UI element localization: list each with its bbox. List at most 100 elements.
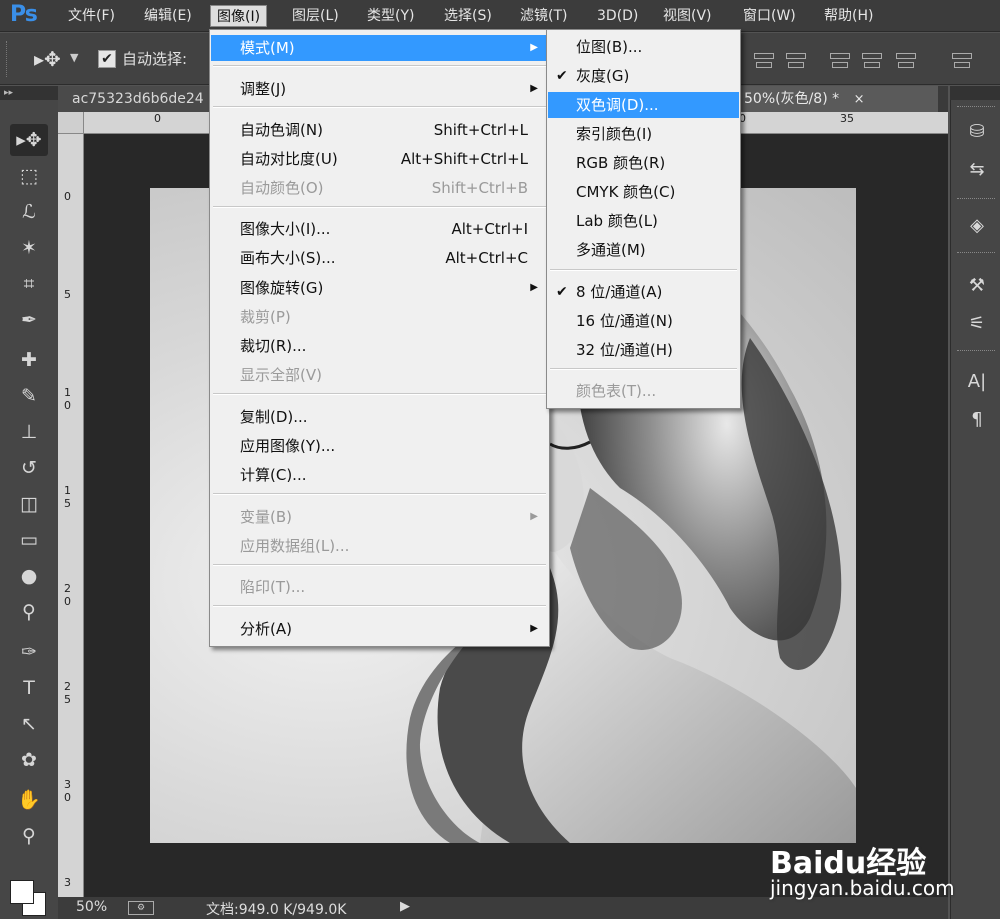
submenu-item-8-bit[interactable]: ✔ 8 位/通道(A) <box>548 279 739 305</box>
path-selection-tool-icon[interactable]: ↖ <box>10 708 48 740</box>
submenu-item-16-bit[interactable]: 16 位/通道(N) <box>548 308 739 334</box>
gradient-tool-icon[interactable]: ▭ <box>10 524 48 556</box>
menu-3d[interactable]: 3D(D) <box>591 5 644 27</box>
eraser-tool-icon[interactable]: ◫ <box>10 488 48 520</box>
menu-item-auto-tone[interactable]: 自动色调(N) Shift+Ctrl+L <box>211 117 548 143</box>
menu-filter[interactable]: 滤镜(T) <box>514 5 573 27</box>
align-horizontal-center-icon[interactable] <box>860 49 882 71</box>
brush-presets-icon[interactable]: ⚒ <box>963 272 991 300</box>
submenu-item-duotone[interactable]: 双色调(D)... <box>548 92 739 118</box>
menu-help[interactable]: 帮助(H) <box>818 5 879 27</box>
align-bottom-icon[interactable] <box>784 49 806 71</box>
submenu-item-multichannel[interactable]: 多通道(M) <box>548 237 739 263</box>
align-right-icon[interactable] <box>894 49 916 71</box>
pen-tool-icon[interactable]: ✑ <box>10 636 48 668</box>
menu-item-calculations[interactable]: 计算(C)... <box>211 462 548 488</box>
menu-bar: Ps 文件(F) 编辑(E) 图像(I) 图层(L) 类型(Y) 选择(S) 滤… <box>0 0 1000 32</box>
ruler-label: 3 0 <box>64 778 71 804</box>
ruler-label: 2 0 <box>64 582 71 608</box>
menu-item-duplicate[interactable]: 复制(D)... <box>211 404 548 430</box>
tab-document-1[interactable]: ac75323d6b6de24 <box>58 86 218 112</box>
submenu-item-bitmap[interactable]: 位图(B)... <box>548 34 739 60</box>
paragraph-panel-icon[interactable]: ¶ <box>963 406 991 434</box>
menu-edit[interactable]: 编辑(E) <box>138 5 198 27</box>
submenu-item-rgb-color[interactable]: RGB 颜色(R) <box>548 150 739 176</box>
dodge-tool-icon[interactable]: ⚲ <box>10 596 48 628</box>
menu-item-analysis[interactable]: 分析(A) ▶ <box>211 616 548 642</box>
history-brush-tool-icon[interactable]: ↺ <box>10 452 48 484</box>
tool-preset-picker[interactable]: ▸✥ ▼ <box>28 47 88 71</box>
panel-separator <box>957 252 995 256</box>
auto-align-icon[interactable] <box>950 49 972 71</box>
ruler-origin[interactable] <box>58 112 84 134</box>
align-left-icon[interactable] <box>828 49 850 71</box>
submenu-item-grayscale[interactable]: ✔ 灰度(G) <box>548 63 739 89</box>
menu-type[interactable]: 类型(Y) <box>361 5 420 27</box>
panel-separator <box>957 106 995 110</box>
zoom-level[interactable]: 50% <box>76 899 107 915</box>
baidu-watermark: Baidu经验 jingyan.baidu.com <box>770 838 990 908</box>
menu-view[interactable]: 视图(V) <box>657 5 718 27</box>
image-menu: 模式(M) ▶ 调整(J) ▶ 自动色调(N) Shift+Ctrl+L 自动对… <box>209 29 550 647</box>
menu-item-label: 调整(J) <box>240 80 287 98</box>
color-swatches[interactable] <box>6 876 50 916</box>
close-icon[interactable]: × <box>854 92 865 107</box>
menu-file[interactable]: 文件(F) <box>62 5 121 27</box>
submenu-item-cmyk-color[interactable]: CMYK 颜色(C) <box>548 179 739 205</box>
submenu-item-lab-color[interactable]: Lab 颜色(L) <box>548 208 739 234</box>
menu-item-apply-image[interactable]: 应用图像(Y)... <box>211 433 548 459</box>
menu-item-trim[interactable]: 裁切(R)... <box>211 333 548 359</box>
menu-item-image-rotation[interactable]: 图像旋转(G) ▶ <box>211 275 548 301</box>
ruler-label: 1 5 <box>64 484 71 510</box>
zoom-tool-icon[interactable]: ⚲ <box>10 820 48 852</box>
eyedropper-tool-icon[interactable]: ✒ <box>10 304 48 336</box>
actions-panel-icon[interactable]: ⇆ <box>963 156 991 184</box>
auto-select-option[interactable]: ✔ 自动选择: <box>98 48 187 69</box>
menu-item-shortcut: Shift+Ctrl+L <box>433 121 528 139</box>
menu-image[interactable]: 图像(I) <box>210 5 268 27</box>
clone-stamp-tool-icon[interactable]: ⊥ <box>10 416 48 448</box>
marquee-tool-icon[interactable]: ⬚ <box>10 160 48 192</box>
auto-select-checkbox[interactable]: ✔ <box>98 49 116 68</box>
character-panel-icon[interactable]: A| <box>963 368 991 396</box>
menu-select[interactable]: 选择(S) <box>438 5 498 27</box>
brush-tool-icon[interactable]: ✎ <box>10 380 48 412</box>
menu-item-auto-contrast[interactable]: 自动对比度(U) Alt+Shift+Ctrl+L <box>211 146 548 172</box>
status-options-icon[interactable]: ⚙ <box>128 901 154 915</box>
mode-submenu: 位图(B)... ✔ 灰度(G) 双色调(D)... 索引颜色(I) RGB 颜… <box>546 29 741 409</box>
menu-window[interactable]: 窗口(W) <box>737 5 802 27</box>
menu-item-canvas-size[interactable]: 画布大小(S)... Alt+Ctrl+C <box>211 245 548 271</box>
3d-panel-icon[interactable]: ◈ <box>963 212 991 240</box>
menu-item-image-size[interactable]: 图像大小(I)... Alt+Ctrl+I <box>211 216 548 242</box>
align-vertical-center-icon[interactable] <box>752 49 774 71</box>
shape-tool-icon[interactable]: ✿ <box>10 744 48 776</box>
status-menu-arrow-icon[interactable]: ▶ <box>400 899 410 914</box>
adjustments-icon[interactable]: ⚟ <box>963 310 991 338</box>
menu-item-mode[interactable]: 模式(M) ▶ <box>211 35 548 61</box>
menu-layer[interactable]: 图层(L) <box>286 5 345 27</box>
healing-brush-tool-icon[interactable]: ✚ <box>10 344 48 376</box>
menu-separator <box>213 564 546 566</box>
crop-tool-icon[interactable]: ⌗ <box>10 268 48 300</box>
menu-item-label: 图像旋转(G) <box>240 279 324 297</box>
tools-panel-header[interactable]: ▸▸ <box>0 86 58 100</box>
hand-tool-icon[interactable]: ✋ <box>10 784 48 816</box>
blur-tool-icon[interactable]: ● <box>10 560 48 592</box>
submenu-arrow-icon: ▶ <box>530 42 538 53</box>
lasso-tool-icon[interactable]: ℒ <box>10 196 48 228</box>
submenu-item-indexed-color[interactable]: 索引颜色(I) <box>548 121 739 147</box>
menu-item-variables: 变量(B) ▶ <box>211 504 548 530</box>
tab-document-2[interactable]: 50%(灰色/8) * × <box>738 86 938 112</box>
menu-item-label: 变量(B) <box>240 508 292 526</box>
foreground-color-swatch[interactable] <box>10 880 34 904</box>
right-panel-header[interactable] <box>950 86 1000 100</box>
magic-wand-tool-icon[interactable]: ✶ <box>10 232 48 264</box>
menu-item-adjustments[interactable]: 调整(J) ▶ <box>211 76 548 102</box>
submenu-item-32-bit[interactable]: 32 位/通道(H) <box>548 337 739 363</box>
options-grip <box>6 41 9 77</box>
submenu-arrow-icon: ▶ <box>530 282 538 293</box>
history-panel-icon[interactable]: ⛁ <box>963 118 991 146</box>
menu-item-auto-color: 自动颜色(O) Shift+Ctrl+B <box>211 175 548 201</box>
move-tool-icon[interactable]: ▸✥ <box>10 124 48 156</box>
type-tool-icon[interactable]: T <box>10 672 48 704</box>
